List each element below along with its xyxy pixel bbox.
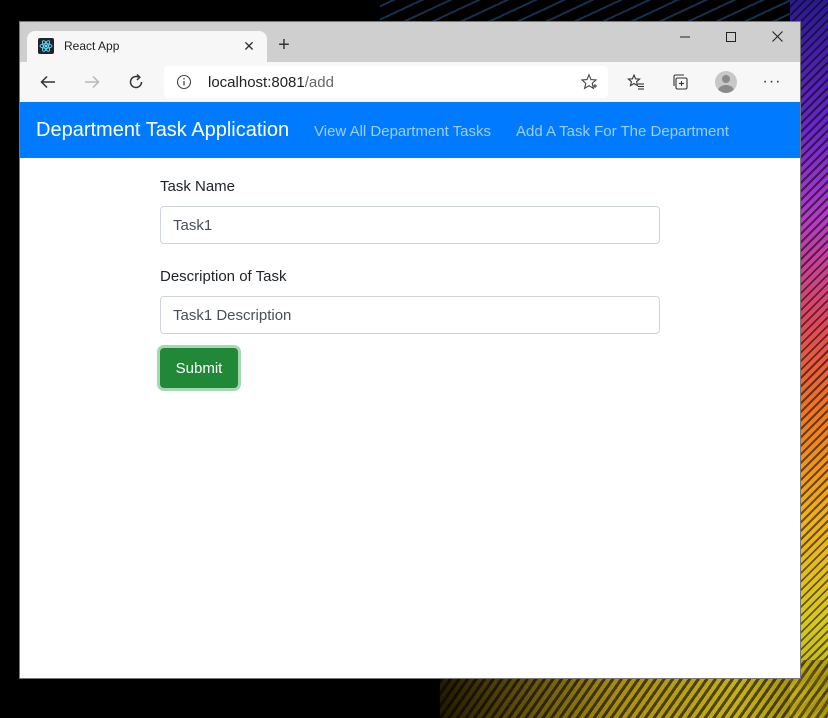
url-text[interactable]: localhost:8081/add — [208, 74, 334, 91]
navbar-brand[interactable]: Department Task Application — [36, 119, 289, 142]
avatar-icon — [715, 71, 737, 93]
url-host: localhost:8081 — [208, 74, 305, 91]
reload-icon[interactable] — [121, 67, 151, 97]
url-path: /add — [304, 74, 334, 91]
react-logo-icon — [38, 38, 54, 54]
title-bar: React App ✕ + — [20, 22, 800, 62]
favorites-icon[interactable] — [621, 67, 651, 97]
add-task-form: Task Name Description of Task Submit — [160, 178, 660, 388]
browser-window: React App ✕ + localhost:8081/add ··· Dep… — [20, 22, 800, 678]
task-name-label: Task Name — [160, 178, 236, 195]
favorite-star-icon[interactable] — [580, 73, 598, 91]
nav-link-add-task[interactable]: Add A Task For The Department — [516, 123, 729, 140]
maximize-icon[interactable] — [708, 22, 754, 52]
info-icon[interactable] — [176, 74, 192, 90]
new-tab-icon[interactable]: + — [272, 34, 296, 58]
address-bar[interactable]: localhost:8081/add — [164, 66, 608, 98]
collections-icon[interactable] — [665, 67, 695, 97]
page-content: Department Task Application View All Dep… — [20, 102, 800, 678]
browser-toolbar: localhost:8081/add ··· — [20, 62, 800, 102]
browser-tab[interactable]: React App ✕ — [27, 31, 267, 62]
forward-icon[interactable] — [77, 67, 107, 97]
minimize-icon[interactable] — [662, 22, 708, 52]
back-icon[interactable] — [33, 67, 63, 97]
close-icon[interactable] — [754, 22, 800, 52]
more-icon[interactable]: ··· — [757, 67, 787, 97]
task-name-input[interactable] — [160, 206, 660, 244]
nav-link-view-tasks[interactable]: View All Department Tasks — [314, 123, 491, 140]
task-name-group: Task Name — [160, 178, 660, 244]
description-label: Description of Task — [160, 268, 287, 285]
description-input[interactable] — [160, 296, 660, 334]
app-navbar: Department Task Application View All Dep… — [20, 102, 800, 158]
tab-close-icon[interactable]: ✕ — [239, 36, 259, 56]
submit-button[interactable]: Submit — [160, 348, 238, 388]
tab-title: React App — [64, 39, 120, 53]
profile-avatar[interactable] — [711, 67, 741, 97]
description-group: Description of Task — [160, 268, 660, 334]
